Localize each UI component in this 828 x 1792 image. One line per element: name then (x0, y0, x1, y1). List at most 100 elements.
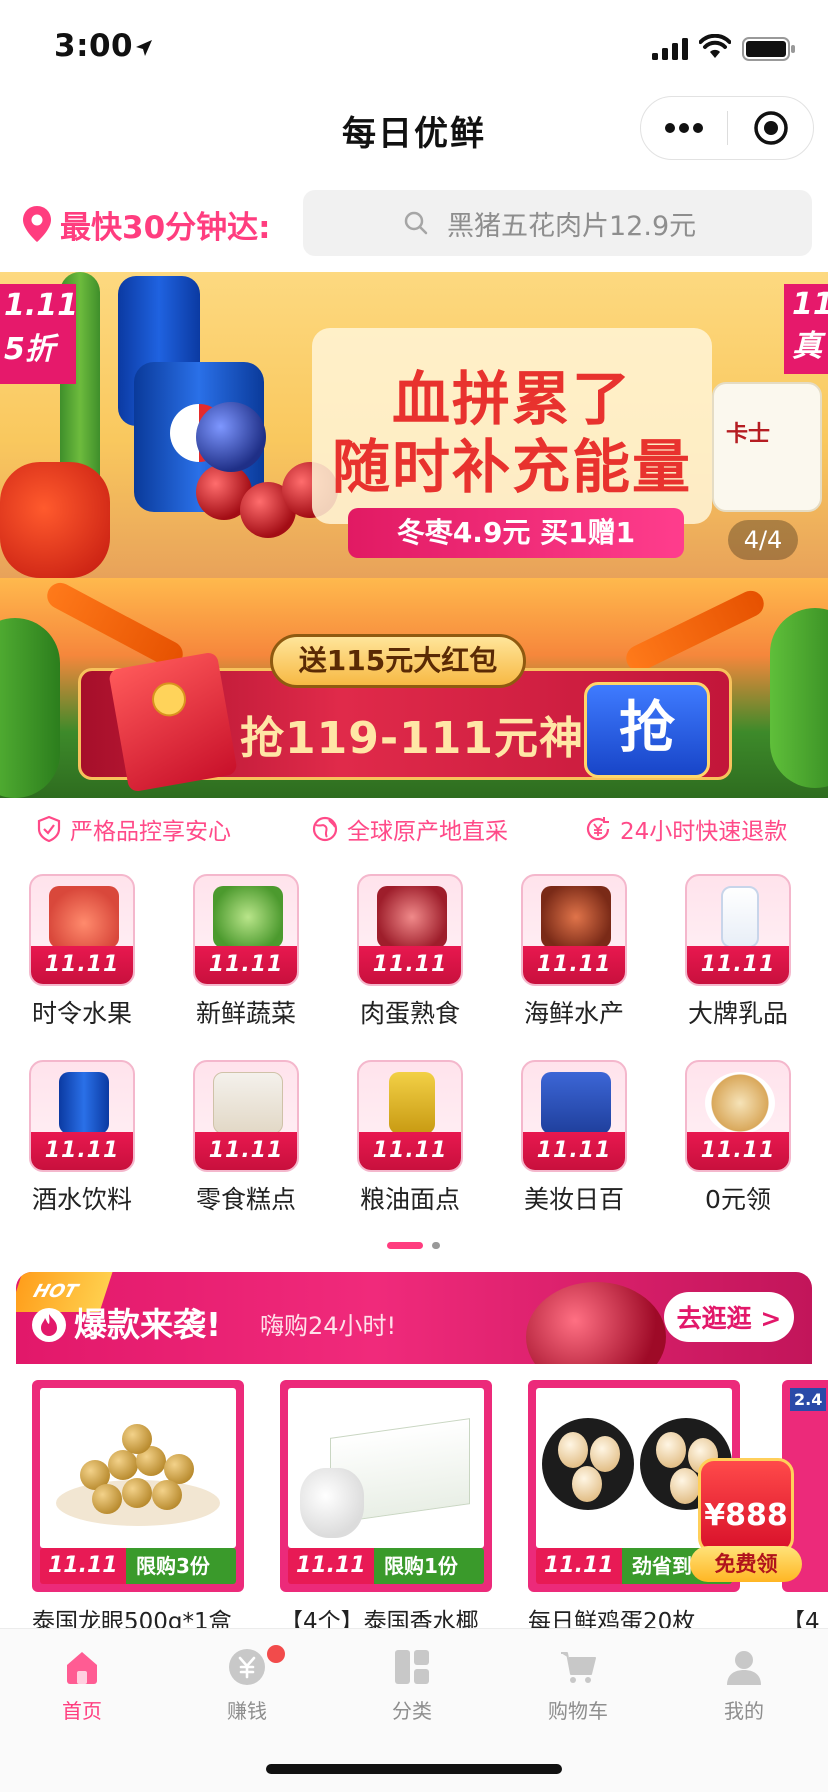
category-drinks-image: 11.11 (29, 1060, 135, 1172)
product-promo-tag: 11.11 限购1份 (288, 1548, 484, 1584)
category-badge: 11.11 (687, 946, 789, 984)
promo-banner[interactable]: 1.11 5折 11 真 血拼累了 随时补充能量 冬枣4.9元 买1赠1 卡士 … (0, 272, 828, 578)
nut-box-icon (213, 1072, 283, 1134)
category-grain-oil[interactable]: 11.11 粮油面点 (328, 1054, 468, 1214)
capsule-menu (640, 96, 814, 160)
discount-tag-left: 1.11 5折 (0, 284, 79, 384)
category-beauty-daily[interactable]: 11.11 美妆日百 (492, 1054, 632, 1214)
close-mini-program-button[interactable] (728, 97, 814, 159)
food-bowl-icon (705, 1072, 775, 1134)
hot-deals-header: HOT 爆款来袭! 嗨购24小时! 去逛逛 > (16, 1272, 812, 1364)
category-fruit[interactable]: 11.11 时令水果 (0, 868, 140, 1028)
category-badge: 11.11 (359, 1132, 461, 1170)
tab-label: 我的 (724, 1699, 764, 1723)
floating-coupon[interactable]: ¥888 免费领 (690, 1458, 802, 1582)
pager-dot[interactable] (432, 1242, 440, 1249)
product-image-coconut (288, 1388, 484, 1548)
category-seafood-image: 11.11 (521, 874, 627, 986)
tag-right-bottom: 真 (792, 329, 822, 364)
pager-dot-active[interactable] (387, 1242, 423, 1249)
category-label: 肉蛋熟食 (359, 999, 460, 1028)
cherry-illustration (526, 1282, 666, 1364)
status-time: 3:00 (54, 28, 134, 64)
product-promo-tag: 11.11 限购3份 (40, 1548, 236, 1584)
red-envelope-banner[interactable]: 送115元大红包 抢119-111元神券 抢 (0, 578, 828, 798)
soda-can-icon (59, 1072, 109, 1134)
service-guarantees: 严格品控享安心 全球原产地直采 24小时快速退款 (0, 804, 828, 854)
status-bar: 3:00 (0, 0, 828, 96)
category-snacks[interactable]: 11.11 零食糕点 (164, 1054, 304, 1214)
blueberry-illustration (196, 402, 266, 472)
oil-bottle-icon (389, 1072, 435, 1134)
category-meat-eggs[interactable]: 11.11 肉蛋熟食 (328, 868, 468, 1028)
browse-button[interactable]: 去逛逛 > (664, 1292, 794, 1342)
battery-icon (742, 37, 795, 61)
location-pin-icon (23, 206, 51, 242)
product-partial-label: 2.4 (790, 1388, 827, 1411)
fire-icon (32, 1308, 66, 1342)
lettuce-icon (213, 886, 283, 948)
yogurt-brand-label: 卡士 (726, 422, 771, 447)
yen-icon (229, 1649, 265, 1685)
search-input[interactable]: 黑猪五花肉片12.9元 (303, 190, 812, 256)
tag-left-top: 1.11 (4, 288, 79, 323)
tab-label: 分类 (392, 1699, 432, 1723)
grab-coupon-button[interactable]: 抢 (584, 682, 710, 778)
product-limit: 限购1份 (384, 1554, 458, 1578)
guarantee-label: 全球原产地直采 (347, 819, 508, 845)
egg (558, 1432, 588, 1468)
delivery-promise-text: 最快30分钟达: (60, 209, 271, 246)
longan-fruit (92, 1484, 122, 1514)
product-partial-name: 【4 (782, 1609, 820, 1628)
more-dots-icon (665, 123, 703, 133)
steak-icon (377, 886, 447, 948)
category-drinks[interactable]: 11.11 酒水饮料 (0, 1054, 140, 1214)
search-placeholder: 黑猪五花肉片12.9元 (447, 210, 697, 242)
crab-icon (541, 886, 611, 948)
category-badge: 11.11 (523, 1132, 625, 1170)
home-indicator[interactable] (266, 1764, 562, 1774)
product-card[interactable]: 11.11 限购3份 泰国龙眼500g*1盒 (32, 1380, 244, 1628)
guarantee-refund: 24小时快速退款 (584, 812, 787, 846)
category-vegetables-image: 11.11 (193, 874, 299, 986)
tab-cart[interactable]: 购物车 (518, 1639, 638, 1739)
claim-coupon-button[interactable]: 免费领 (690, 1546, 802, 1582)
product-image-frame: 11.11 限购3份 (32, 1380, 244, 1592)
category-grain-oil-image: 11.11 (357, 1060, 463, 1172)
coconut-illustration (300, 1468, 364, 1538)
cart-icon (561, 1652, 596, 1683)
longan-fruit (152, 1480, 182, 1510)
category-free[interactable]: 11.11 0元领 (656, 1054, 796, 1214)
carrot-illustration (42, 578, 188, 672)
tab-earn[interactable]: 赚钱 (187, 1639, 307, 1739)
user-icon (727, 1651, 761, 1685)
coupon-amount: ¥888 (704, 1498, 788, 1533)
tab-home[interactable]: 首页 (22, 1639, 142, 1739)
leaf-illustration (0, 618, 60, 798)
more-options-button[interactable] (641, 97, 727, 159)
carrot-illustration (621, 586, 769, 676)
category-label: 大牌乳品 (687, 999, 788, 1028)
home-icon (67, 1652, 97, 1684)
category-beauty-image: 11.11 (521, 1060, 627, 1172)
milk-bottle-icon (721, 886, 759, 948)
guarantee-quality: 严格品控享安心 (36, 812, 231, 846)
category-fruit-image: 11.11 (29, 874, 135, 986)
hot-deals-subtitle: 嗨购24小时! (260, 1312, 397, 1340)
category-vegetables[interactable]: 11.11 新鲜蔬菜 (164, 868, 304, 1028)
tab-category[interactable]: 分类 (352, 1639, 472, 1739)
category-seafood[interactable]: 11.11 海鲜水产 (492, 868, 632, 1028)
product-card[interactable]: 11.11 限购1份 【4个】泰国香水椰 (280, 1380, 492, 1628)
delivery-location[interactable]: 最快30分钟达: (22, 202, 290, 246)
tab-profile[interactable]: 我的 (684, 1639, 804, 1739)
category-badge: 11.11 (359, 946, 461, 984)
product-image-frame: 11.11 限购1份 (280, 1380, 492, 1592)
category-label: 时令水果 (31, 999, 132, 1028)
coupon-main-text: 抢119-111元神券 (240, 713, 629, 764)
longan-fruit (122, 1478, 152, 1508)
longan-fruit (122, 1424, 152, 1454)
category-dairy[interactable]: 11.11 大牌乳品 (656, 868, 796, 1028)
product-name: 【4个】泰国香水椰 (280, 1609, 479, 1628)
target-close-icon (754, 111, 788, 145)
leaf-illustration (770, 608, 828, 788)
